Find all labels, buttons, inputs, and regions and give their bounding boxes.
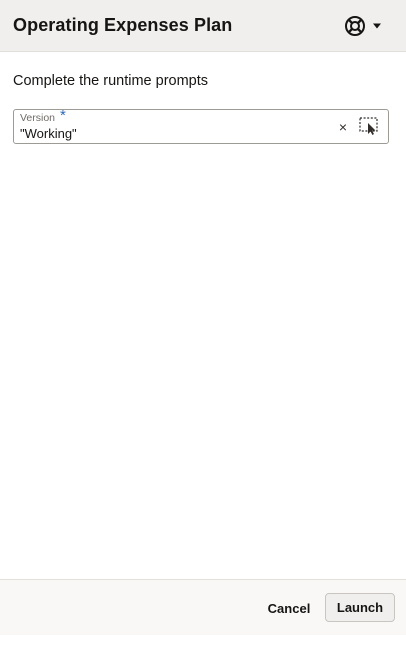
bottom-spacer [0,635,406,646]
launch-button[interactable]: Launch [325,593,395,622]
member-selector-icon[interactable] [357,114,381,138]
panel-footer: Cancel Launch [0,579,406,635]
member-selector-glyph [359,117,378,135]
version-field-label: Version * [20,107,66,124]
required-marker: * [60,107,66,124]
help-menu-button[interactable] [344,15,382,37]
close-x-icon[interactable]: × [332,116,354,138]
runtime-prompts-panel: Operating Expenses Plan Complete the run… [0,0,406,646]
lifebuoy-help-icon [345,15,365,36]
panel-header: Operating Expenses Plan [0,0,406,52]
caret-down-icon [373,23,381,28]
page-title: Operating Expenses Plan [13,15,233,35]
cancel-button[interactable]: Cancel [262,594,316,622]
prompts-heading: Complete the runtime prompts [13,73,209,89]
version-prompt-field[interactable]: Version * × [13,107,389,144]
version-label-text: Version [20,112,56,124]
version-input[interactable] [20,124,320,142]
